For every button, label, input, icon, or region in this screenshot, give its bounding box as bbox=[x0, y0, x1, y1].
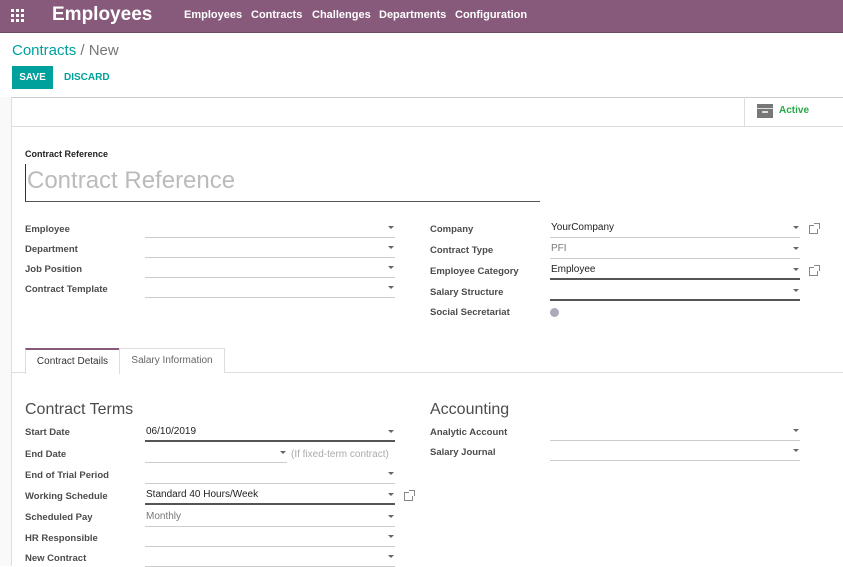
company-label: Company bbox=[430, 224, 474, 235]
caret-down-icon[interactable] bbox=[793, 268, 799, 271]
salary-journal-field[interactable] bbox=[550, 444, 800, 461]
breadcrumb-separator: / bbox=[80, 42, 85, 59]
app-title: Employees bbox=[52, 4, 153, 25]
end-date-label: End Date bbox=[25, 449, 67, 460]
working-schedule-label: Working Schedule bbox=[25, 491, 108, 502]
accounting-heading: Accounting bbox=[430, 401, 510, 418]
contract-template-label: Contract Template bbox=[25, 284, 108, 295]
top-navbar: Employees Employees Contracts Challenges… bbox=[0, 0, 843, 33]
end-date-field[interactable] bbox=[145, 446, 287, 463]
end-date-hint: (If fixed-term contract) bbox=[291, 449, 389, 460]
working-schedule-value: Standard 40 Hours/Week bbox=[146, 489, 259, 500]
contract-type-label: Contract Type bbox=[430, 245, 494, 256]
start-date-value: 06/10/2019 bbox=[146, 426, 197, 437]
scheduled-pay-field[interactable]: Monthly bbox=[145, 510, 395, 527]
button-box bbox=[12, 97, 843, 127]
trial-period-field[interactable] bbox=[145, 467, 395, 484]
scheduled-pay-value: Monthly bbox=[146, 511, 182, 522]
company-value: YourCompany bbox=[551, 222, 615, 233]
external-link-icon[interactable] bbox=[404, 490, 415, 501]
department-field[interactable] bbox=[145, 241, 395, 258]
sheet-margin bbox=[0, 97, 12, 566]
breadcrumb: Contracts / New bbox=[12, 42, 119, 59]
contract-reference-label: Contract Reference bbox=[25, 149, 109, 159]
contract-terms-heading: Contract Terms bbox=[25, 401, 134, 418]
caret-down-icon[interactable] bbox=[793, 449, 799, 452]
external-link-icon[interactable] bbox=[809, 265, 820, 276]
caret-down-icon[interactable] bbox=[793, 226, 799, 229]
salary-structure-field[interactable] bbox=[550, 284, 800, 301]
caret-down-icon[interactable] bbox=[388, 286, 394, 289]
external-link-icon[interactable] bbox=[809, 223, 820, 234]
menu-employees[interactable]: Employees bbox=[184, 9, 242, 21]
social-secretariat-label: Social Secretariat bbox=[430, 307, 510, 318]
employee-category-label: Employee Category bbox=[430, 266, 519, 277]
caret-down-icon[interactable] bbox=[388, 555, 394, 558]
menu-contracts[interactable]: Contracts bbox=[251, 9, 302, 21]
scheduled-pay-label: Scheduled Pay bbox=[25, 512, 93, 523]
salary-journal-label: Salary Journal bbox=[430, 447, 496, 458]
discard-button[interactable]: DISCARD bbox=[64, 72, 110, 83]
active-toggle-button[interactable]: Active bbox=[744, 97, 843, 127]
caret-down-icon[interactable] bbox=[388, 430, 394, 433]
contract-reference-input[interactable]: Contract Reference bbox=[25, 164, 540, 202]
new-contract-field[interactable] bbox=[145, 550, 395, 567]
hr-responsible-field[interactable] bbox=[145, 530, 395, 547]
department-label: Department bbox=[25, 244, 78, 255]
caret-down-icon[interactable] bbox=[388, 515, 394, 518]
archive-icon bbox=[757, 104, 773, 118]
menu-challenges[interactable]: Challenges bbox=[312, 9, 371, 21]
caret-down-icon[interactable] bbox=[388, 246, 394, 249]
apps-grid-icon[interactable] bbox=[11, 9, 24, 22]
caret-down-icon[interactable] bbox=[793, 429, 799, 432]
breadcrumb-contracts[interactable]: Contracts bbox=[12, 42, 76, 59]
caret-down-icon[interactable] bbox=[280, 451, 286, 454]
employee-category-field[interactable]: Employee bbox=[550, 263, 800, 280]
social-secretariat-toggle[interactable] bbox=[550, 308, 559, 317]
breadcrumb-current: New bbox=[88, 42, 119, 59]
hr-responsible-label: HR Responsible bbox=[25, 533, 98, 544]
menu-configuration[interactable]: Configuration bbox=[455, 9, 527, 21]
save-button[interactable]: SAVE bbox=[12, 66, 53, 89]
contract-type-field[interactable]: PFI bbox=[550, 242, 800, 259]
employee-field[interactable] bbox=[145, 221, 395, 238]
caret-down-icon[interactable] bbox=[793, 289, 799, 292]
trial-period-label: End of Trial Period bbox=[25, 470, 109, 481]
contract-template-field[interactable] bbox=[145, 281, 395, 298]
caret-down-icon[interactable] bbox=[388, 226, 394, 229]
working-schedule-field[interactable]: Standard 40 Hours/Week bbox=[145, 488, 395, 505]
job-position-label: Job Position bbox=[25, 264, 82, 275]
caret-down-icon[interactable] bbox=[388, 535, 394, 538]
caret-down-icon[interactable] bbox=[388, 266, 394, 269]
employee-category-value: Employee bbox=[551, 264, 596, 275]
tab-contract-details[interactable]: Contract Details bbox=[25, 348, 120, 374]
analytic-account-label: Analytic Account bbox=[430, 427, 508, 438]
start-date-label: Start Date bbox=[25, 427, 70, 438]
tab-salary-information[interactable]: Salary Information bbox=[119, 348, 225, 373]
active-label: Active bbox=[779, 105, 810, 116]
caret-down-icon[interactable] bbox=[793, 247, 799, 250]
new-contract-label: New Contract bbox=[25, 553, 87, 564]
employee-label: Employee bbox=[25, 224, 70, 235]
analytic-account-field[interactable] bbox=[550, 424, 800, 441]
menu-departments[interactable]: Departments bbox=[379, 9, 446, 21]
start-date-field[interactable]: 06/10/2019 bbox=[145, 425, 395, 442]
job-position-field[interactable] bbox=[145, 261, 395, 278]
salary-structure-label: Salary Structure bbox=[430, 287, 504, 298]
contract-type-value: PFI bbox=[551, 243, 567, 254]
company-field[interactable]: YourCompany bbox=[550, 221, 800, 238]
caret-down-icon[interactable] bbox=[388, 472, 394, 475]
caret-down-icon[interactable] bbox=[388, 493, 394, 496]
